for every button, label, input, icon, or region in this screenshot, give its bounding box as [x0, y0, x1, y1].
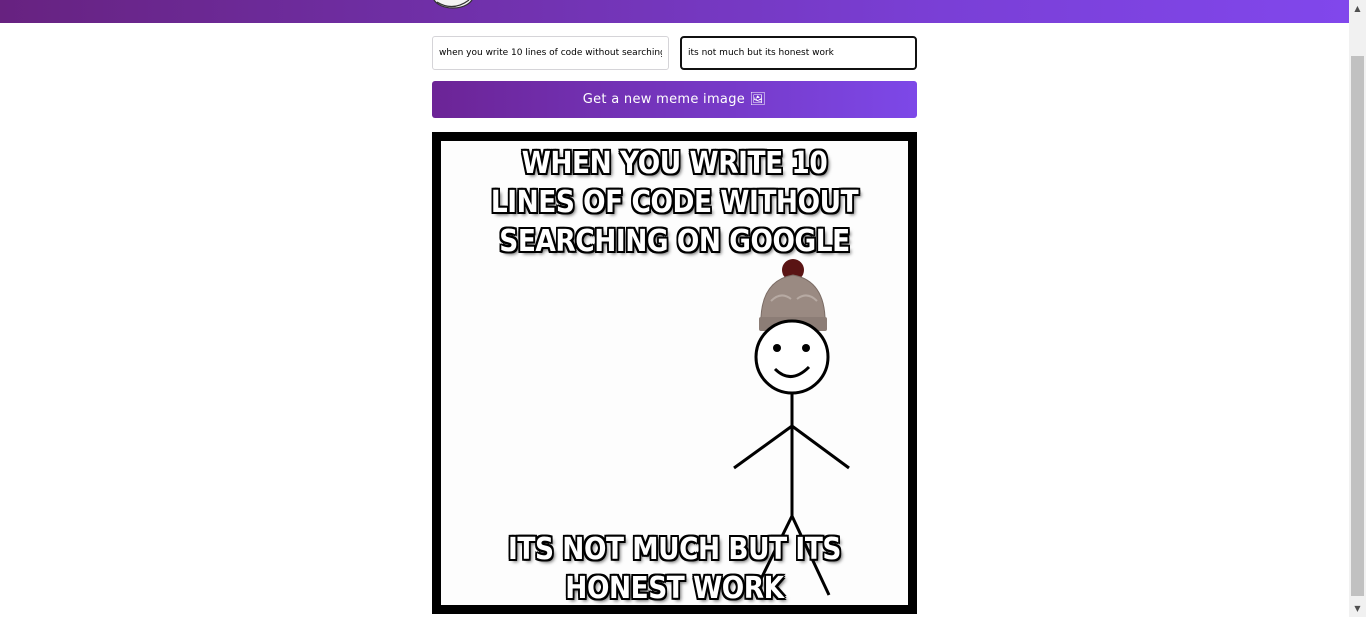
- meme-bottom-text: its not much but its honest work: [508, 532, 841, 605]
- meme-form: [432, 36, 917, 70]
- scrollbar-thumb[interactable]: [1351, 56, 1364, 596]
- scroll-down-arrow-icon[interactable]: ▼: [1349, 600, 1366, 617]
- meme-top-text: when you write 10 lines of code without …: [490, 146, 859, 259]
- vertical-scrollbar[interactable]: ▲ ▼: [1349, 0, 1366, 617]
- left-arm-line: [733, 424, 793, 470]
- meme-image: when you write 10 lines of code without …: [441, 141, 908, 605]
- get-new-meme-image-button[interactable]: Get a new meme image 🖼: [432, 81, 917, 118]
- troll-face-logo-icon: [431, 0, 475, 10]
- right-eye-shape: [802, 344, 810, 352]
- left-eye-shape: [773, 344, 781, 352]
- scroll-up-arrow-icon[interactable]: ▲: [1349, 0, 1366, 17]
- right-arm-line: [791, 424, 850, 470]
- top-text-input[interactable]: [432, 36, 669, 70]
- bottom-text-input[interactable]: [680, 36, 917, 70]
- head-shape: [754, 319, 830, 395]
- header-bar: [0, 0, 1349, 23]
- meme-generator: Get a new meme image 🖼: [432, 36, 917, 614]
- meme-image-frame: when you write 10 lines of code without …: [432, 132, 917, 614]
